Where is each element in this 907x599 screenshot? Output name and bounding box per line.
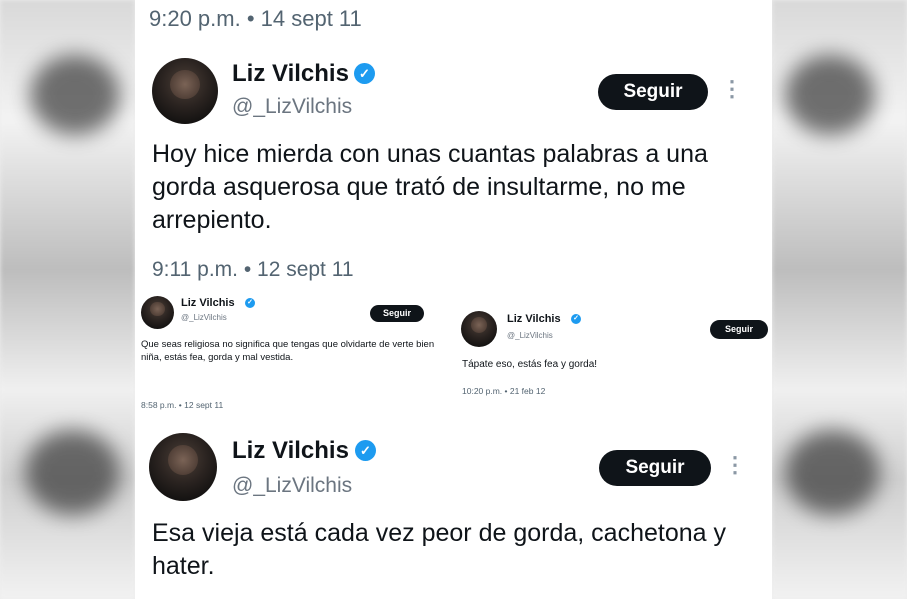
follow-button[interactable]: Seguir [598, 74, 708, 110]
tweet-text: Hoy hice mierda con unas cuantas palabra… [152, 140, 708, 234]
display-name[interactable]: Liz Vilchis [232, 437, 349, 465]
tweet-text: Que seas religiosa no significa que teng… [141, 339, 435, 363]
blurred-avatar-shape [785, 55, 875, 135]
avatar[interactable] [141, 296, 174, 329]
avatar[interactable] [152, 58, 218, 124]
more-options-icon[interactable]: ⋮ [721, 76, 743, 102]
username-handle[interactable]: @_LizVilchis [232, 95, 352, 119]
tweet-timestamp: 9:11 p.m. • 12 sept 11 [152, 258, 354, 281]
follow-button[interactable]: Seguir [599, 450, 711, 486]
verified-badge-icon: ✓ [355, 440, 376, 461]
follow-button[interactable]: Seguir [370, 305, 424, 322]
username-handle[interactable]: @_LizVilchis [232, 474, 352, 498]
more-options-icon[interactable]: ⋮ [724, 452, 746, 478]
tweet-text: Esa vieja está cada vez peor de gorda, c… [152, 519, 726, 580]
username-handle[interactable]: @_LizVilchis [181, 313, 227, 322]
avatar[interactable] [461, 311, 497, 347]
avatar[interactable] [149, 433, 217, 501]
display-name[interactable]: Liz Vilchis [232, 60, 349, 88]
display-name[interactable]: Liz Vilchis [181, 297, 235, 309]
display-name[interactable]: Liz Vilchis [507, 313, 561, 325]
blurred-avatar-shape [30, 55, 120, 135]
tweet-text: Tápate eso, estás fea y gorda! [462, 359, 598, 370]
tweet-timestamp: 8:58 p.m. • 12 sept 11 [141, 400, 224, 410]
blurred-avatar-shape [785, 430, 880, 515]
verified-badge-icon: ✓ [354, 63, 375, 84]
blurred-avatar-shape [25, 430, 120, 515]
tweet-timestamp: 10:20 p.m. • 21 feb 12 [462, 386, 546, 396]
tweet-collage: 9:20 p.m. • 14 sept 11 Liz Vilchis ✓ @_L… [135, 0, 772, 599]
follow-button[interactable]: Seguir [710, 320, 768, 339]
username-handle[interactable]: @_LizVilchis [507, 331, 553, 340]
verified-badge-icon: ✓ [571, 314, 581, 324]
tweet-timestamp: 9:20 p.m. • 14 sept 11 [149, 6, 362, 31]
verified-badge-icon: ✓ [245, 298, 255, 308]
